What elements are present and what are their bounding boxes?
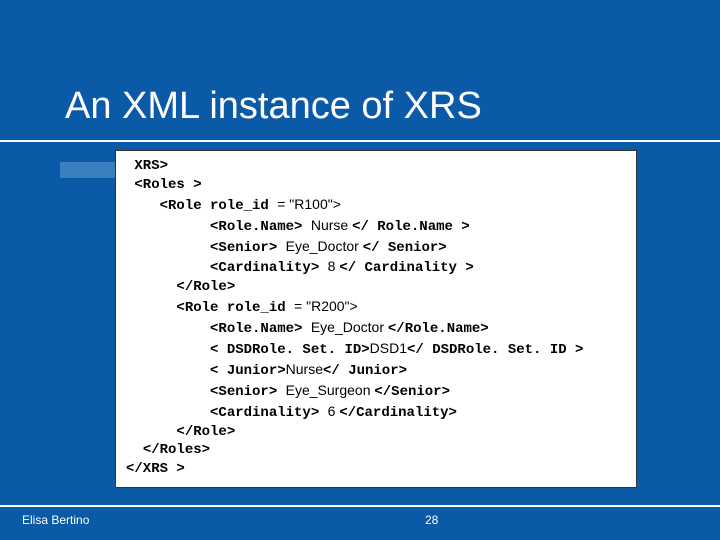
code-line: </XRS >: [126, 460, 626, 479]
slide-title: An XML instance of XRS: [65, 85, 482, 128]
code-line: </Role>: [126, 278, 626, 297]
code-line: </Roles>: [126, 441, 626, 460]
code-line: <Senior> Eye_Surgeon </Senior>: [126, 381, 626, 402]
code-line: < Junior>Nurse</ Junior>: [126, 360, 626, 381]
code-line: XRS>: [126, 157, 626, 176]
code-line: < DSDRole. Set. ID>DSD1</ DSDRole. Set. …: [126, 339, 626, 360]
code-line: <Role.Name> Nurse </ Role.Name >: [126, 216, 626, 237]
code-line: <Role.Name> Eye_Doctor </Role.Name>: [126, 318, 626, 339]
code-line: </Role>: [126, 423, 626, 442]
code-line: <Roles >: [126, 176, 626, 195]
code-line: <Cardinality> 8 </ Cardinality >: [126, 257, 626, 278]
code-line: <Role role_id = "R200">: [126, 297, 626, 318]
code-line: <Role role_id = "R100">: [126, 195, 626, 216]
footer-line: [0, 505, 720, 507]
author-label: Elisa Bertino: [22, 513, 89, 527]
code-line: <Senior> Eye_Doctor </ Senior>: [126, 237, 626, 258]
slide: An XML instance of XRS XRS> <Roles > <Ro…: [0, 0, 720, 540]
code-box: XRS> <Roles > <Role role_id = "R100"> <R…: [115, 150, 637, 488]
page-number: 28: [425, 513, 438, 527]
code-line: <Cardinality> 6 </Cardinality>: [126, 402, 626, 423]
title-underline: [0, 140, 720, 142]
